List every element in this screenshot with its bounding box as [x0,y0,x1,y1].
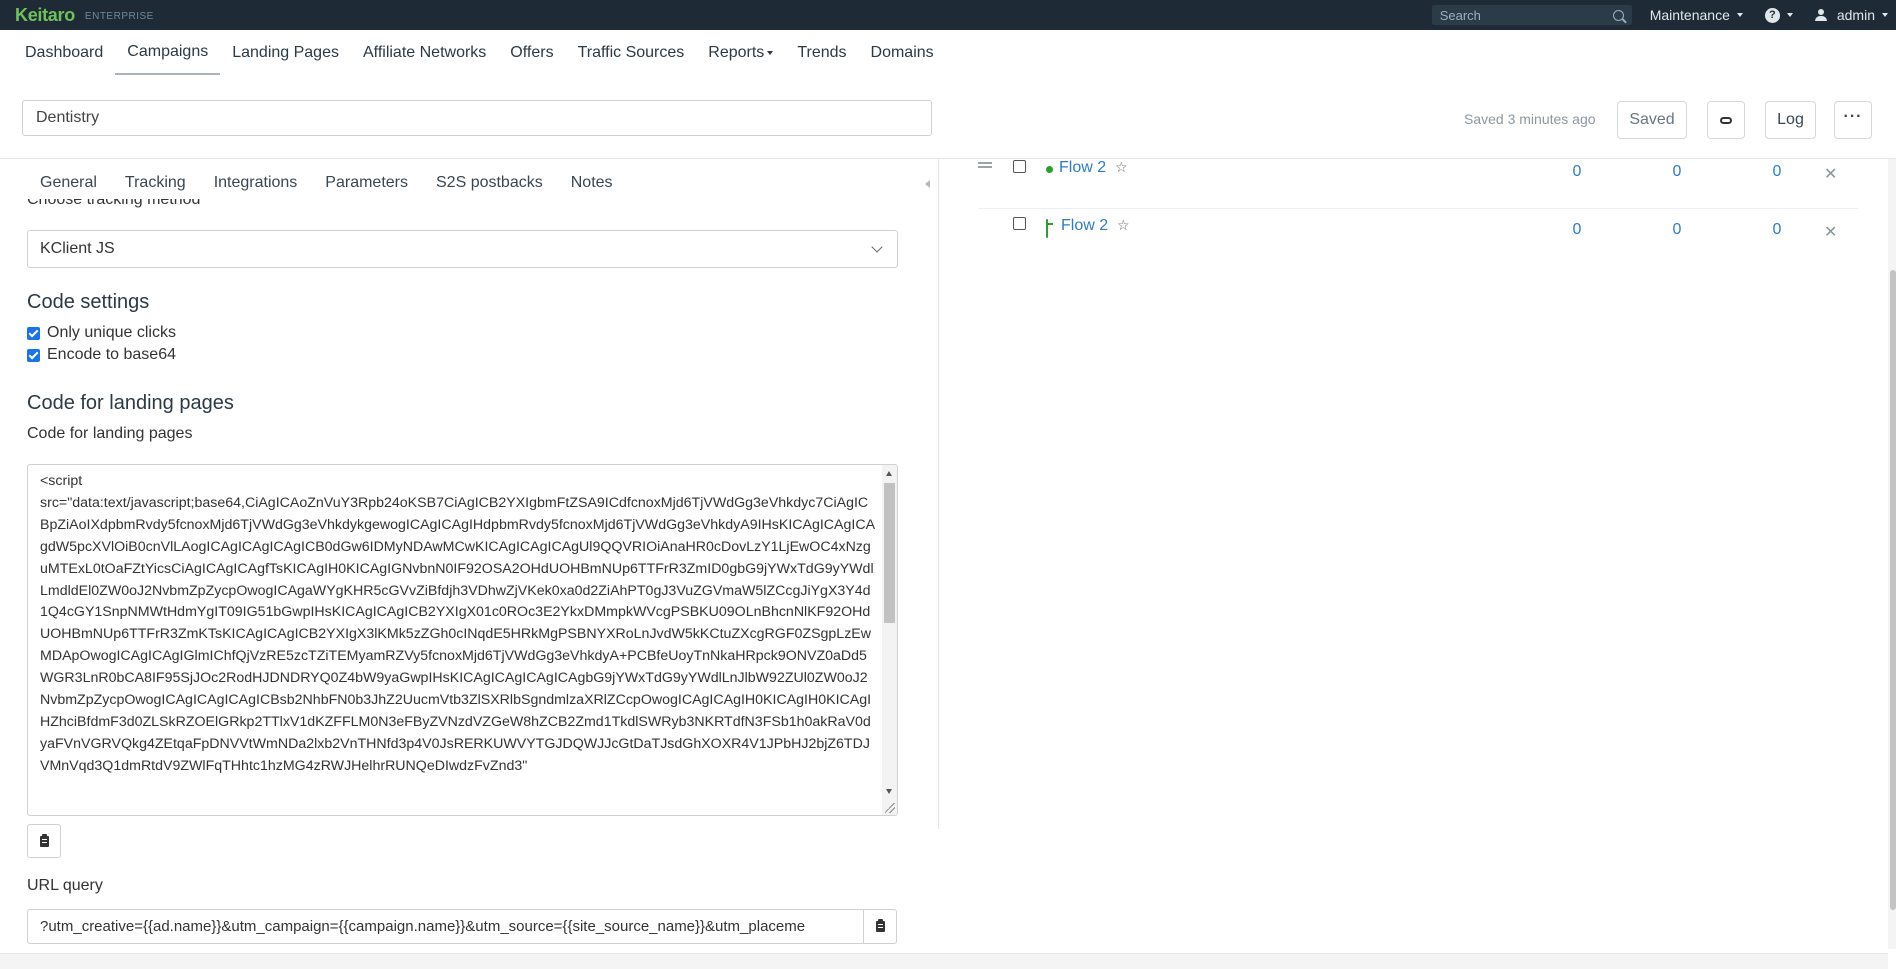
tracking-method-select[interactable]: KClient JS [27,230,898,268]
chevron-down-icon [1882,13,1888,17]
main-nav: Dashboard Campaigns Landing Pages Affili… [0,30,1896,75]
tab-s2s-postbacks[interactable]: S2S postbacks [422,174,557,192]
saved-status: Saved 3 minutes ago [1464,111,1596,127]
collapse-panel-icon[interactable] [925,180,930,188]
nav-reports[interactable]: Reports [696,30,785,75]
user-icon [1814,9,1827,21]
dot-green-icon [1046,166,1053,173]
flow-row[interactable]: Flow 2 ☆ 0 0 0 ✕ [978,217,1858,257]
code-field-label: Code for landing pages [27,425,193,442]
chevron-down-icon [871,241,883,253]
flow-revenue[interactable]: 0 [1762,163,1792,181]
top-bar: Keitaro ENTERPRISE Search Maintenance ? … [0,0,1896,30]
flow-checkbox[interactable] [1013,217,1026,230]
code-text: <script src="data:text/javascript;base64… [40,473,876,774]
search-icon[interactable] [1612,9,1624,21]
drag-handle-icon[interactable] [978,162,992,170]
copy-code-button[interactable] [27,824,61,858]
nav-offers[interactable]: Offers [498,30,565,75]
user-menu[interactable]: admin [1814,7,1888,23]
maintenance-label: Maintenance [1649,7,1730,23]
only-unique-clicks-option[interactable]: Only unique clicks [27,324,176,342]
chevron-down-icon [767,50,774,55]
scroll-down-icon[interactable] [886,789,892,794]
tab-notes[interactable]: Notes [557,174,627,192]
only-unique-clicks-label: Only unique clicks [47,324,176,341]
more-icon: ··· [1843,108,1863,125]
enter-icon [1046,219,1048,238]
app-logo[interactable]: Keitaro [15,5,75,26]
edition-label: ENTERPRISE [84,10,154,22]
search-placeholder: Search [1439,7,1481,23]
code-textarea[interactable]: <script src="data:text/javascript;base64… [27,464,898,816]
chevron-down-icon [1786,13,1793,17]
flow-name-link[interactable]: Flow 2 [1061,217,1108,235]
close-icon[interactable]: ✕ [1824,164,1837,184]
code-settings-title: Code settings [27,291,150,313]
encode-base64-checkbox[interactable] [27,348,40,362]
user-name: admin [1836,7,1875,23]
nav-reports-label: Reports [708,43,765,61]
saved-button[interactable]: Saved [1617,101,1687,139]
tab-tracking[interactable]: Tracking [111,174,200,192]
flow-conversions[interactable]: 0 [1662,163,1692,181]
campaign-name-input[interactable]: Dentistry [22,100,932,136]
only-unique-clicks-checkbox[interactable] [27,326,40,340]
flow-separator [978,208,1858,209]
help-icon: ? [1764,7,1780,23]
nav-domains[interactable]: Domains [859,30,946,75]
flow-checkbox[interactable] [1013,160,1026,173]
tab-integrations[interactable]: Integrations [200,174,312,192]
code-scrollbar[interactable] [882,465,897,815]
encode-base64-option[interactable]: Encode to base64 [27,346,176,364]
url-query-label: URL query [27,877,103,894]
resize-handle-icon[interactable] [885,803,895,813]
chevron-down-icon [1736,13,1743,17]
top-right-menu: Search Maintenance ? admin [1431,0,1896,30]
nav-traffic-sources[interactable]: Traffic Sources [566,30,697,75]
tracking-method-value: KClient JS [40,240,115,257]
nav-affiliate-networks[interactable]: Affiliate Networks [351,30,498,75]
tab-general[interactable]: General [26,174,111,192]
clipboard-icon [39,833,49,847]
campaign-link-button[interactable] [1707,101,1745,139]
more-actions-button[interactable]: ··· [1834,101,1872,139]
log-button[interactable]: Log [1765,101,1816,139]
scroll-up-icon[interactable] [886,471,892,476]
copy-url-button[interactable] [863,909,897,944]
page-scroll-thumb[interactable] [1890,270,1896,910]
nav-landing-pages[interactable]: Landing Pages [220,30,351,75]
code-section-title: Code for landing pages [27,392,234,414]
nav-trends[interactable]: Trends [785,30,858,75]
panel-divider[interactable] [938,159,939,829]
star-icon[interactable]: ☆ [1117,217,1130,234]
clipboard-icon [875,919,885,932]
flow-name-link[interactable]: Flow 2 [1059,159,1106,177]
flow-revenue[interactable]: 0 [1762,221,1792,239]
settings-tabs: General Tracking Integrations Parameters… [26,159,627,207]
scroll-thumb[interactable] [884,483,895,623]
flow-row[interactable]: Flow 2 ☆ 0 0 0 ✕ [978,159,1858,199]
flow-clicks[interactable]: 0 [1562,221,1592,239]
star-icon[interactable]: ☆ [1115,159,1128,176]
horizontal-scrollbar[interactable] [0,953,1888,969]
nav-campaigns[interactable]: Campaigns [115,30,221,75]
nav-dashboard[interactable]: Dashboard [13,30,115,75]
encode-base64-label: Encode to base64 [47,346,176,363]
flow-conversions[interactable]: 0 [1662,221,1692,239]
tab-parameters[interactable]: Parameters [311,174,422,192]
global-search-input[interactable]: Search [1431,5,1632,25]
help-menu[interactable]: ? [1764,7,1793,23]
link-icon [1720,116,1732,124]
flow-clicks[interactable]: 0 [1562,163,1592,181]
close-icon[interactable]: ✕ [1824,222,1837,242]
maintenance-menu[interactable]: Maintenance [1650,7,1743,23]
url-query-input[interactable]: ?utm_creative={{ad.name}}&utm_campaign={… [27,909,864,944]
